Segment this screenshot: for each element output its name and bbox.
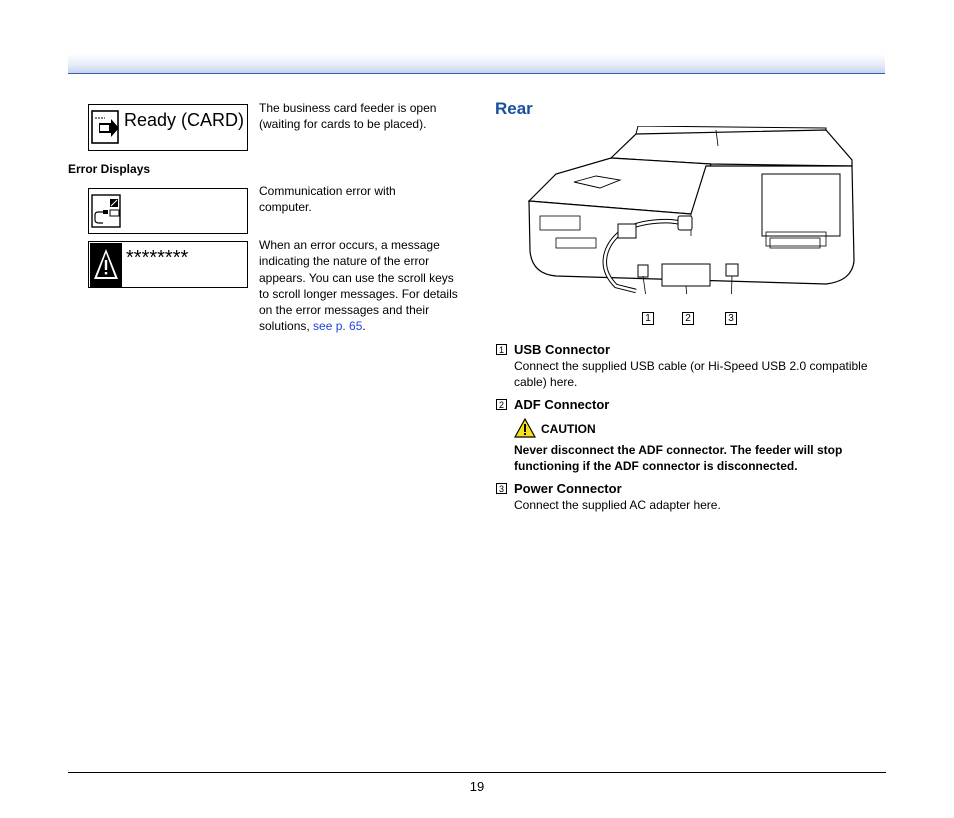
header-bar xyxy=(68,54,885,74)
usb-connector-title: USB Connector xyxy=(514,342,611,357)
lcd-text-ready-card: Ready (CARD) xyxy=(124,110,245,130)
comm-error-description: Communication error with computer. xyxy=(259,184,396,215)
communication-error-icon xyxy=(91,194,121,228)
caution-icon xyxy=(514,418,536,438)
lcd-ready-card: Ready (CARD) xyxy=(88,104,248,151)
callout-3: 3 xyxy=(725,312,737,325)
footer-rule xyxy=(68,772,886,773)
power-connector-title: Power Connector xyxy=(514,481,622,496)
ready-card-description: The business card feeder is open (waitin… xyxy=(259,101,437,132)
power-connector-text: Connect the supplied AC adapter here. xyxy=(514,498,721,512)
usb-connector-text: Connect the supplied USB cable (or Hi-Sp… xyxy=(514,359,868,390)
scanner-rear-illustration xyxy=(527,126,855,294)
lcd-comm-error xyxy=(88,188,248,234)
callout-2: 2 xyxy=(682,312,694,325)
callout-1: 1 xyxy=(642,312,654,325)
warning-icon xyxy=(90,243,122,287)
card-feeder-icon xyxy=(91,110,119,144)
error-message-description: When an error occurs, a message indicati… xyxy=(259,237,464,335)
error-displays-heading: Error Displays xyxy=(68,162,151,176)
error-message-trailing: . xyxy=(362,319,366,334)
adf-connector-title: ADF Connector xyxy=(514,397,610,412)
rear-section-title: Rear xyxy=(495,99,533,118)
caution-text: Never disconnect the ADF connector. The … xyxy=(514,443,843,474)
page-number: 19 xyxy=(469,779,485,794)
item-number-2: 2 xyxy=(496,399,507,410)
lcd-error-message: ******** xyxy=(88,241,248,288)
see-page-65-link[interactable]: see p. 65 xyxy=(313,319,362,333)
caution-label: CAUTION xyxy=(541,422,596,436)
item-number-1: 1 xyxy=(496,344,507,355)
item-number-3: 3 xyxy=(496,483,507,494)
lcd-text-error-message: ******** xyxy=(126,247,189,269)
